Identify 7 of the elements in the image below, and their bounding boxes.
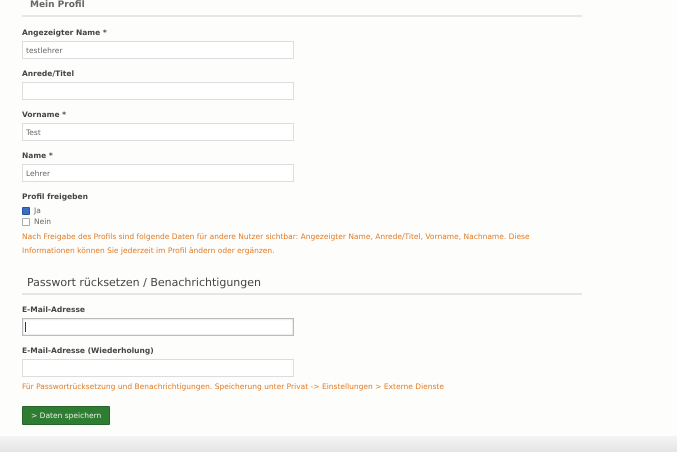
input-field[interactable]	[22, 318, 294, 336]
input-field[interactable]	[22, 359, 294, 377]
section-heading: Mein Profil	[30, 0, 86, 11]
section-heading: Passwort rücksetzen / Benachrichtigungen	[27, 276, 262, 289]
input-field[interactable]	[22, 82, 294, 100]
checkbox[interactable]	[22, 206, 30, 214]
checkbox[interactable]	[22, 218, 30, 226]
